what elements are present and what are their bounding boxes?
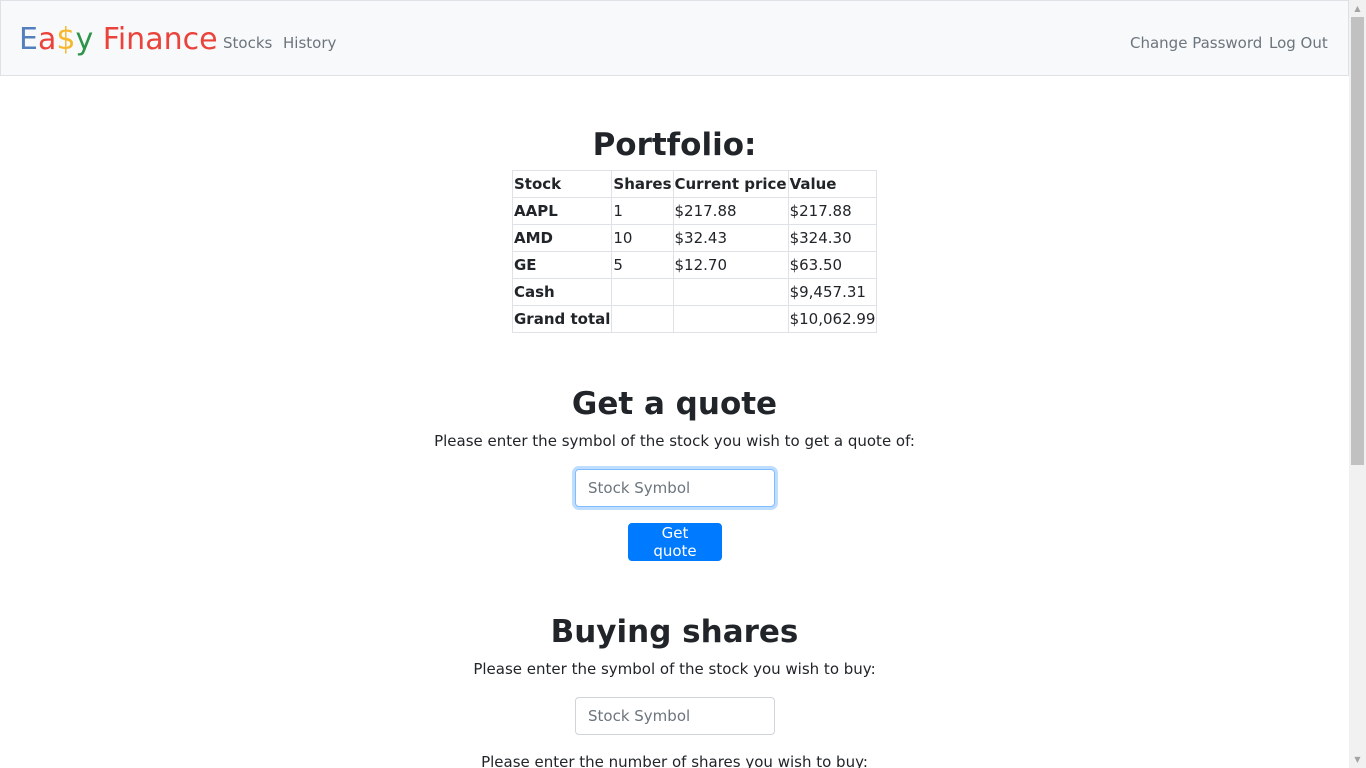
table-row: AAPL 1 $217.88 $217.88 [511,197,878,225]
table-row: AMD 10 $32.43 $324.30 [511,224,878,252]
cell-price [672,305,789,333]
buy-title: Buying shares [550,614,799,650]
nav-stocks[interactable]: Stocks [223,32,272,54]
cell-price: $217.88 [672,197,789,225]
table-row: GE 5 $12.70 $63.50 [511,251,878,279]
header-stock: Stock [511,170,613,198]
table-header-row: Stock Shares Current price Value [511,170,878,198]
brand-letter-y: y [75,22,94,57]
page-scrollbar[interactable]: ▲ ▼ [1349,0,1366,768]
header-current-price: Current price [672,170,789,198]
cell-stock: AMD [511,224,613,252]
cell-value: $324.30 [787,224,878,252]
get-quote-button[interactable]: Get quote [628,523,722,561]
cell-price: $32.43 [672,224,789,252]
cell-shares: 1 [611,197,674,225]
quote-instruction: Please enter the symbol of the stock you… [434,432,915,450]
navbar: Ea$y Finance Stocks History Change Passw… [0,0,1349,76]
cell-price: $12.70 [672,251,789,279]
cell-stock: Cash [511,278,613,306]
cell-value: $10,062.99 [787,305,878,333]
cell-value: $63.50 [787,251,878,279]
buy-symbol-input[interactable] [575,697,775,735]
brand-logo[interactable]: Ea$y Finance [19,21,218,59]
cell-stock: GE [511,251,613,279]
portfolio-table: Stock Shares Current price Value AAPL 1 … [511,170,878,333]
scroll-up-arrow-icon[interactable]: ▲ [1349,0,1366,17]
cell-stock: AAPL [511,197,613,225]
portfolio-title: Portfolio: [592,127,757,163]
nav-log-out[interactable]: Log Out [1269,32,1328,54]
scroll-thumb[interactable] [1351,17,1364,465]
brand-letter-e: E [19,22,38,57]
brand-finance: Finance [102,22,218,57]
cell-shares [611,305,674,333]
brand-letter-a: a [37,22,57,57]
nav-change-password[interactable]: Change Password [1130,32,1262,54]
cell-price [672,278,789,306]
brand-space [93,22,103,57]
table-row: Cash $9,457.31 [511,278,878,306]
nav-history[interactable]: History [283,32,336,54]
cell-value: $217.88 [787,197,878,225]
page: Ea$y Finance Stocks History Change Passw… [0,0,1349,768]
table-row: Grand total $10,062.99 [511,305,878,333]
buy-shares-instruction: Please enter the number of shares you wi… [481,753,868,768]
cell-shares: 10 [611,224,674,252]
header-shares: Shares [611,170,674,198]
quote-symbol-input[interactable] [575,469,775,507]
cell-stock: Grand total [511,305,613,333]
buy-instruction: Please enter the symbol of the stock you… [473,660,876,678]
brand-dollar-sign: $ [56,22,76,57]
quote-title: Get a quote [571,386,778,422]
cell-shares [611,278,674,306]
scroll-down-arrow-icon[interactable]: ▼ [1349,751,1366,768]
cell-value: $9,457.31 [787,278,878,306]
cell-shares: 5 [611,251,674,279]
header-value: Value [787,170,878,198]
